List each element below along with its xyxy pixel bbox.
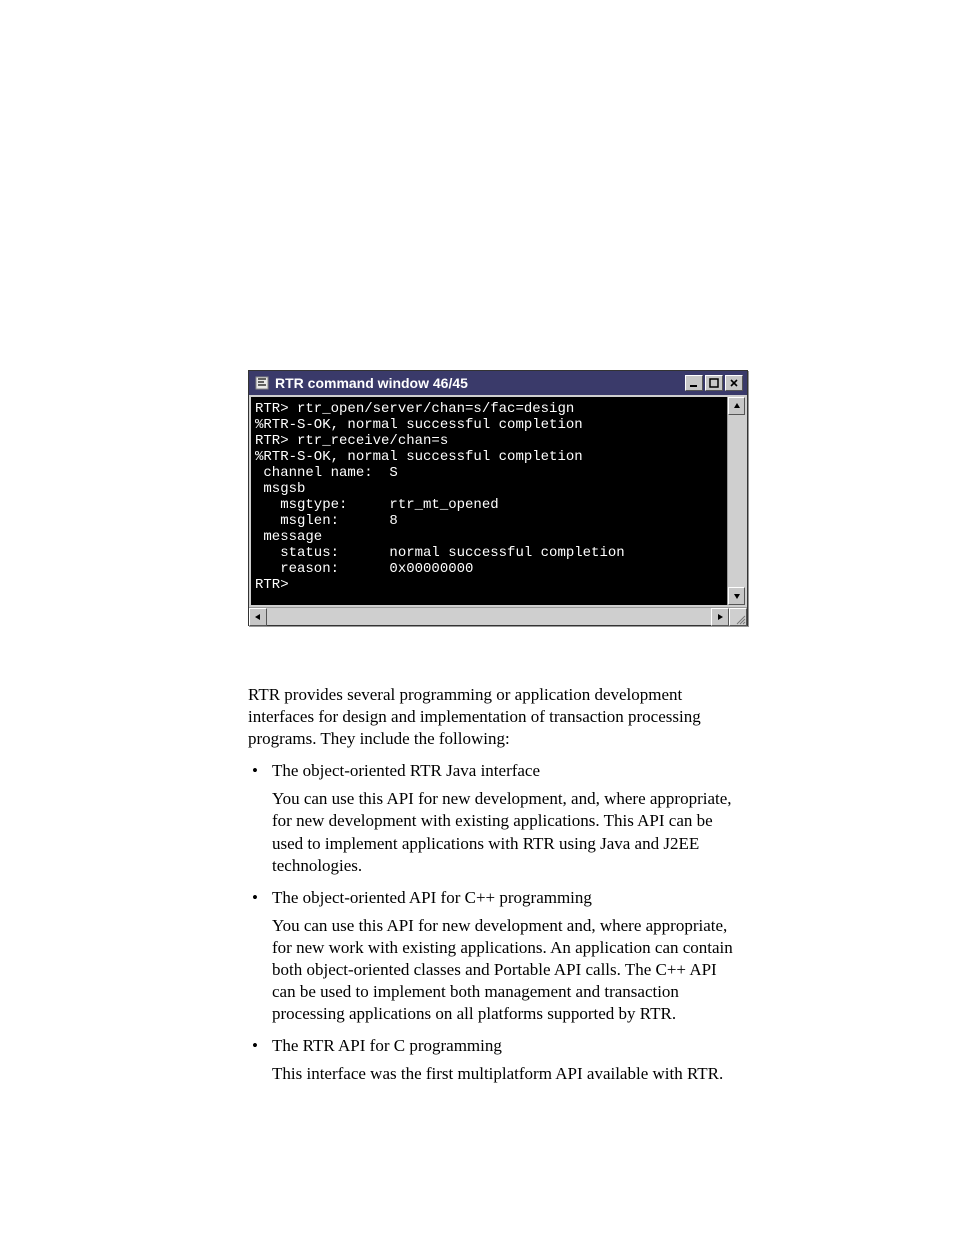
bullet-title: The object-oriented RTR Java interface xyxy=(272,761,540,780)
close-button[interactable] xyxy=(725,375,743,391)
minimize-button[interactable] xyxy=(685,375,703,391)
resize-grip[interactable] xyxy=(729,608,747,626)
window-titlebar[interactable]: RTR command window 46/45 xyxy=(249,371,747,395)
maximize-button[interactable] xyxy=(705,375,723,391)
bullet-detail: You can use this API for new development… xyxy=(272,788,738,876)
window-title: RTR command window 46/45 xyxy=(275,375,685,391)
bullet-title: The object-oriented API for C++ programm… xyxy=(272,888,592,907)
bullet-item: The object-oriented RTR Java interface Yo… xyxy=(248,760,738,876)
intro-paragraph: RTR provides several programming or appl… xyxy=(248,684,738,750)
vertical-scrollbar[interactable] xyxy=(727,397,745,605)
terminal-output: RTR> rtr_open/server/chan=s/fac=design %… xyxy=(251,397,727,605)
scroll-left-button[interactable] xyxy=(249,608,267,626)
bullet-detail: You can use this API for new development… xyxy=(272,915,738,1025)
bullet-item: The object-oriented API for C++ programm… xyxy=(248,887,738,1026)
scroll-down-button[interactable] xyxy=(728,587,745,605)
scroll-up-button[interactable] xyxy=(728,397,745,415)
document-body: RTR provides several programming or appl… xyxy=(248,684,738,1086)
rtr-app-icon xyxy=(253,375,271,391)
window-controls xyxy=(685,375,743,391)
bullet-title: The RTR API for C programming xyxy=(272,1036,502,1055)
scroll-track-vertical[interactable] xyxy=(728,415,745,587)
scroll-track-horizontal[interactable] xyxy=(267,608,711,625)
scroll-right-button[interactable] xyxy=(711,608,729,626)
bullet-item: The RTR API for C programming This interf… xyxy=(248,1035,738,1085)
horizontal-scrollbar[interactable] xyxy=(249,607,747,625)
bullet-detail: This interface was the first multiplatfo… xyxy=(272,1063,738,1085)
terminal-window: RTR command window 46/45 RTR> rtr_open/s… xyxy=(248,370,748,626)
